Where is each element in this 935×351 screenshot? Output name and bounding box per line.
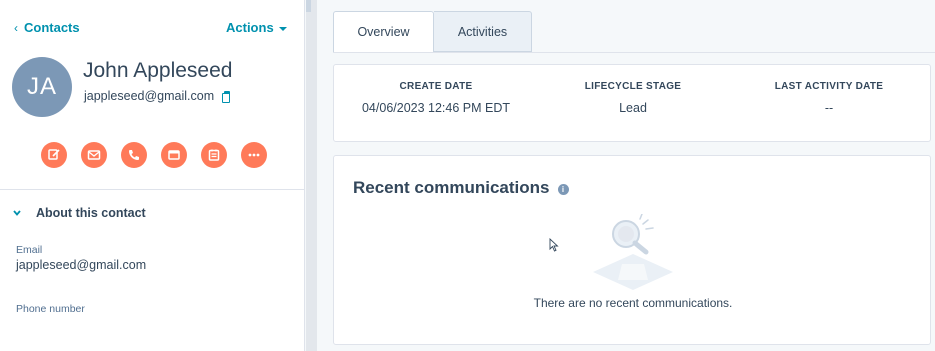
magnifying-glass-illustration-icon: [593, 214, 673, 290]
panel-resize-handle[interactable]: [306, 0, 317, 351]
phone-field-value[interactable]: [16, 317, 286, 333]
record-tabs: Overview Activities: [333, 11, 532, 52]
actions-dropdown[interactable]: Actions: [226, 20, 287, 35]
more-button[interactable]: [241, 142, 267, 168]
info-icon[interactable]: i: [557, 183, 569, 195]
email-icon: [87, 150, 101, 160]
stat-label: CREATE DATE: [399, 81, 473, 92]
more-icon: [248, 153, 260, 157]
caret-down-icon: [278, 26, 287, 31]
last-activity-date-stat: LAST ACTIVITY DATE --: [729, 81, 929, 115]
mouse-cursor-icon: [549, 238, 559, 252]
note-button[interactable]: [41, 142, 67, 168]
phone-field-label: Phone number: [16, 303, 85, 315]
stat-value[interactable]: Lead: [533, 101, 733, 115]
back-link-label: Contacts: [24, 20, 80, 35]
section-title: Recent communications: [353, 178, 550, 197]
chevron-down-icon: [13, 210, 21, 216]
about-section-title: About this contact: [36, 206, 146, 220]
contact-sidebar: ‹ Contacts Actions JA John Appleseed jap…: [0, 0, 305, 351]
stat-label: LAST ACTIVITY DATE: [774, 81, 884, 92]
call-icon: [129, 150, 139, 160]
note-icon: [48, 149, 60, 160]
stat-label: LIFECYCLE STAGE: [584, 81, 682, 92]
contact-email: jappleseed@gmail.com: [84, 89, 231, 103]
tab-overview[interactable]: Overview: [333, 11, 434, 52]
chevron-left-icon: ‹: [14, 20, 18, 35]
log-activity-icon: [168, 150, 180, 160]
quick-actions: [41, 142, 267, 168]
sidebar-divider: [0, 189, 305, 190]
lifecycle-stage-stat: LIFECYCLE STAGE Lead: [533, 81, 733, 115]
contact-name[interactable]: John Appleseed: [83, 59, 232, 83]
scrollbar-thumb[interactable]: [306, 0, 311, 12]
recent-communications-heading: Recent communications i: [353, 178, 569, 198]
back-to-contacts-link[interactable]: ‹ Contacts: [14, 20, 80, 35]
email-field-value[interactable]: jappleseed@gmail.com: [16, 258, 146, 272]
call-button[interactable]: [121, 142, 147, 168]
tab-activities[interactable]: Activities: [434, 11, 532, 52]
task-icon: [208, 149, 220, 161]
email-field-label: Email: [16, 244, 43, 256]
task-button[interactable]: [201, 142, 227, 168]
tab-divider: [333, 52, 935, 53]
copy-icon[interactable]: [222, 91, 231, 103]
create-date-stat: CREATE DATE 04/06/2023 12:46 PM EDT: [336, 81, 536, 115]
contact-email-text: jappleseed@gmail.com: [84, 89, 215, 103]
actions-label: Actions: [226, 20, 274, 35]
empty-state-message: There are no recent communications.: [533, 296, 733, 310]
avatar[interactable]: JA: [12, 57, 72, 117]
email-button[interactable]: [81, 142, 107, 168]
recent-communications-card: Recent communications i There are no rec…: [333, 155, 931, 345]
overview-summary-card: CREATE DATE 04/06/2023 12:46 PM EDT LIFE…: [333, 64, 931, 142]
stat-value: --: [824, 101, 834, 115]
stat-value: 04/06/2023 12:46 PM EDT: [361, 101, 510, 115]
log-activity-button[interactable]: [161, 142, 187, 168]
about-section-toggle[interactable]: About this contact: [12, 206, 146, 220]
